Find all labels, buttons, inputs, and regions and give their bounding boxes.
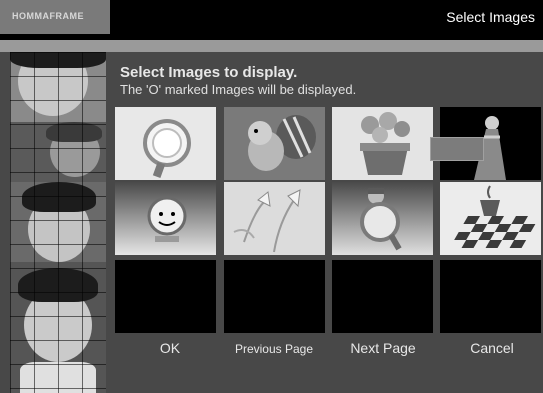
- ok-button[interactable]: OK: [140, 340, 200, 356]
- title-bar: HOMMAFRAME Select Images: [0, 0, 543, 34]
- thumbnail-teacup[interactable]: [440, 182, 541, 255]
- empty-slot[interactable]: [332, 260, 433, 333]
- magnifier-image: [115, 107, 216, 180]
- next-page-button[interactable]: Next Page: [340, 340, 426, 356]
- select-images-screen: HOMMAFRAME Select Images Select Images t…: [0, 0, 543, 393]
- header-stripe: [0, 40, 543, 52]
- thumbnail-lily[interactable]: [224, 182, 325, 255]
- girl-magnifier-image: [332, 182, 433, 255]
- thumbnail-squirrel[interactable]: [224, 107, 325, 180]
- screen-title: Select Images: [446, 9, 535, 25]
- cancel-button[interactable]: Cancel: [456, 340, 528, 356]
- selection-cursor: [430, 137, 484, 161]
- photo-grid-overlay: [10, 52, 106, 393]
- instructions-title: Select Images to display.: [120, 64, 298, 81]
- empty-slot[interactable]: [440, 260, 541, 333]
- flower-pot-image: [332, 107, 433, 180]
- thumbnail-flower-pot[interactable]: [332, 107, 433, 180]
- thumbnail-girl-magnifier[interactable]: [332, 182, 433, 255]
- squirrel-image: [224, 107, 325, 180]
- decorative-photo-strip: [10, 52, 106, 393]
- brand-logo-text: HOMMAFRAME: [12, 11, 84, 21]
- brand-logo: HOMMAFRAME: [0, 0, 110, 34]
- lily-flowers-image: [224, 182, 325, 255]
- empty-slot[interactable]: [115, 260, 216, 333]
- clock-character-image: [115, 182, 216, 255]
- previous-page-button[interactable]: Previous Page: [228, 342, 320, 356]
- thumbnail-clock[interactable]: [115, 182, 216, 255]
- thumbnail-magnifier[interactable]: [115, 107, 216, 180]
- teacup-checkerboard-image: [440, 182, 541, 255]
- empty-slot[interactable]: [224, 260, 325, 333]
- instructions-subtitle: The 'O' marked Images will be displayed.: [120, 82, 357, 97]
